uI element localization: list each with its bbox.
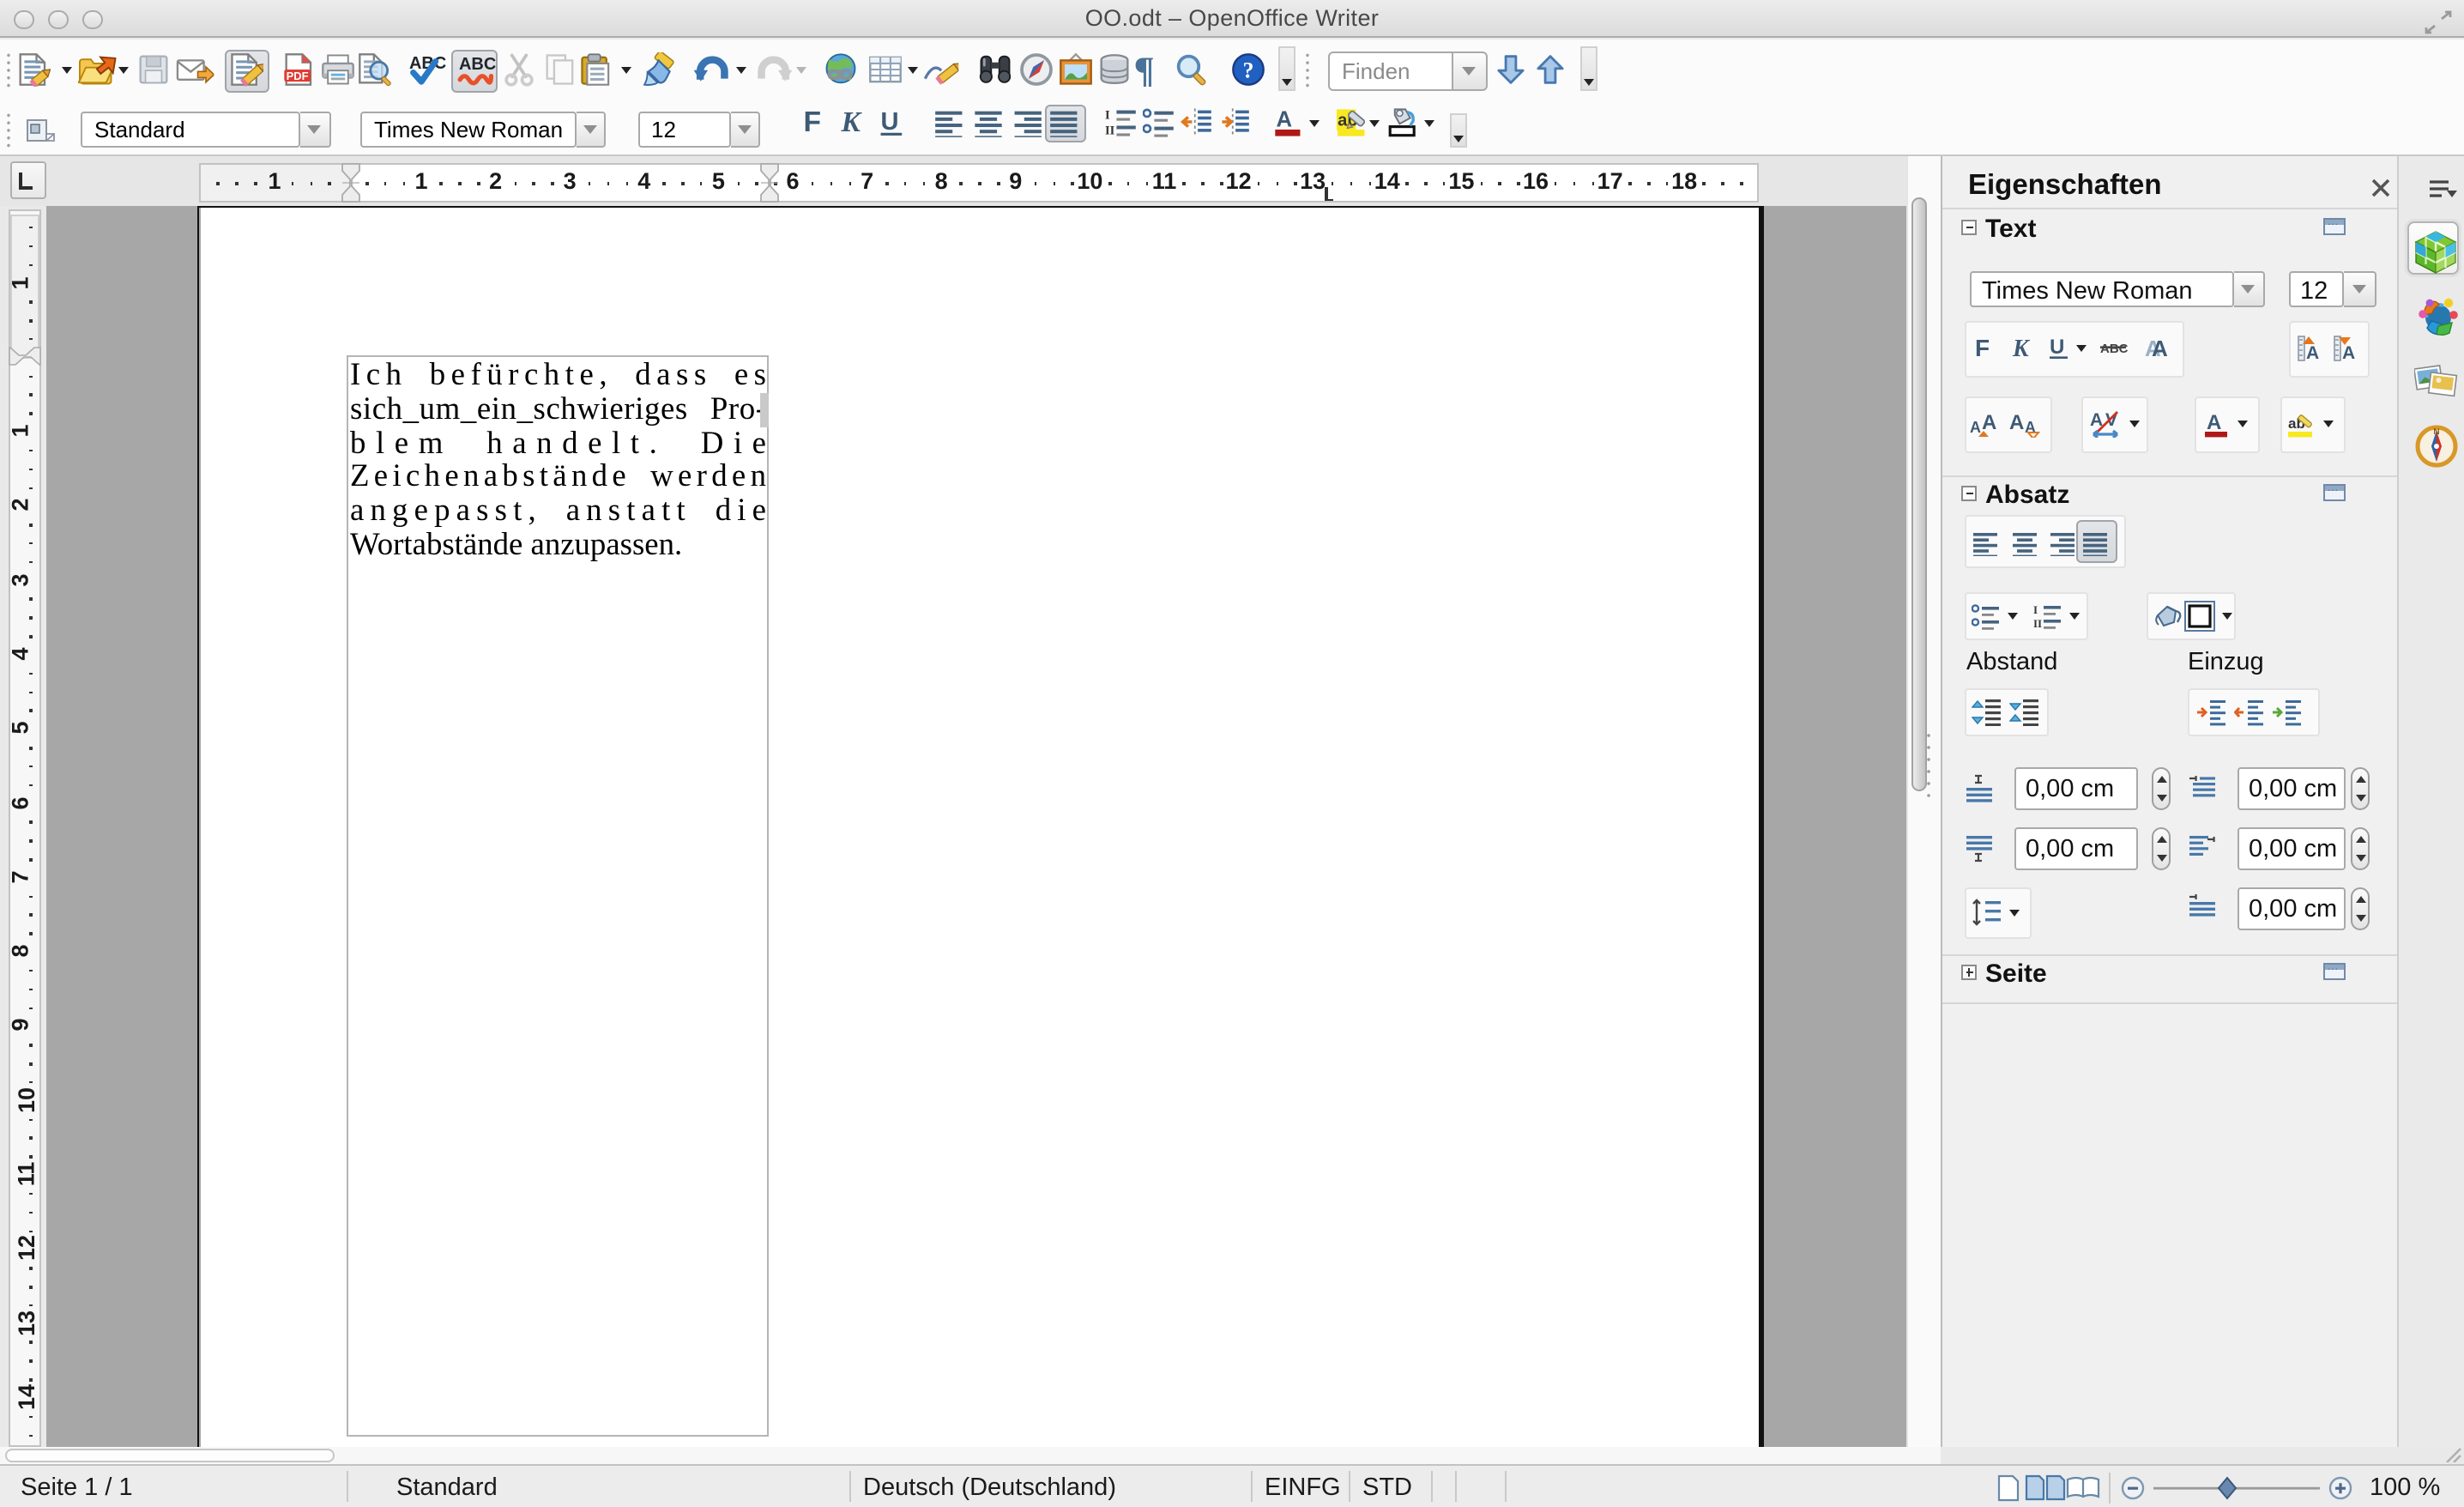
svg-text:A: A: [1982, 411, 1996, 434]
svg-text:N: N: [2433, 427, 2439, 436]
svg-text:II: II: [2033, 616, 2042, 629]
svg-text:A: A: [2342, 343, 2355, 362]
svg-text:K: K: [2012, 336, 2031, 360]
svg-text:I: I: [2033, 602, 2038, 615]
svg-text:F: F: [804, 106, 822, 137]
svg-text:II: II: [1105, 124, 1115, 137]
svg-text:F: F: [1975, 335, 1990, 360]
svg-text:A: A: [2009, 411, 2024, 434]
svg-text:A: A: [2305, 343, 2318, 362]
svg-text:A: A: [2207, 411, 2221, 434]
svg-text:U: U: [2050, 336, 2064, 359]
svg-text:A: A: [1970, 419, 1981, 436]
svg-text:ABC: ABC: [459, 55, 495, 74]
svg-text:I: I: [1105, 109, 1110, 123]
svg-text:A: A: [1276, 108, 1292, 132]
svg-text:¶: ¶: [1133, 52, 1154, 87]
svg-text:PDF: PDF: [287, 70, 309, 82]
svg-text:U: U: [881, 108, 899, 136]
svg-text:?: ?: [1243, 57, 1254, 82]
svg-text:K: K: [841, 106, 863, 137]
svg-text:ABC: ABC: [2100, 342, 2129, 356]
svg-text:A: A: [2152, 336, 2168, 360]
